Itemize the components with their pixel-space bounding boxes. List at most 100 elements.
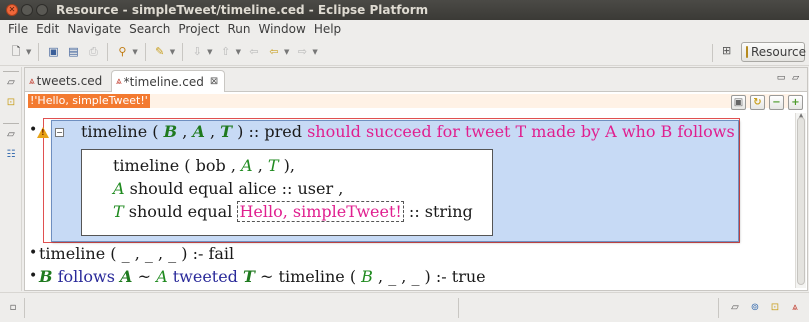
next-annotation-icon[interactable]: ⇩ bbox=[189, 44, 205, 60]
view-menu-button[interactable]: ▣ bbox=[731, 95, 746, 110]
collapse-toggle-icon[interactable]: − bbox=[55, 128, 64, 137]
forward-icon[interactable]: ⇨ bbox=[294, 44, 310, 60]
editor-content[interactable]: !'Hello, simpleTweet!' ▣ ↻ − + ▲ • ! − t… bbox=[25, 92, 807, 290]
input-strip[interactable]: !'Hello, simpleTweet!' bbox=[28, 94, 801, 108]
tab-timeline[interactable]: ⩓ *timeline.ced ⊠ bbox=[111, 70, 226, 92]
fast-view-icon[interactable]: ▫ bbox=[6, 301, 20, 315]
minimize-maximize-icons[interactable]: ▭ ▱ bbox=[777, 73, 801, 83]
perspective-label: Resource bbox=[751, 45, 807, 59]
new-dropdown-icon[interactable]: ▼ bbox=[26, 48, 31, 56]
follows-keyword: follows bbox=[57, 267, 115, 286]
ced-file-icon: ⩓ bbox=[116, 76, 122, 87]
var-b: B bbox=[361, 267, 373, 286]
print-icon[interactable]: ⎙ bbox=[85, 44, 101, 60]
forward-dropdown-icon[interactable]: ▼ bbox=[312, 48, 317, 56]
restore-icon[interactable]: ▱ bbox=[5, 77, 17, 89]
tab-tweets[interactable]: ⩓ tweets.ced bbox=[25, 70, 108, 92]
next-annotation-dropdown-icon[interactable]: ▼ bbox=[207, 48, 212, 56]
tasks-icon[interactable]: ⊚ bbox=[748, 301, 762, 315]
expand-button[interactable]: + bbox=[788, 95, 803, 110]
comma: , bbox=[289, 156, 295, 175]
close-tab-icon[interactable]: ⊠ bbox=[210, 76, 218, 87]
fn-name: timeline bbox=[278, 267, 345, 286]
rule-head: timeline ( B , A , T ) :: pred should su… bbox=[81, 122, 735, 141]
menu-file[interactable]: File bbox=[4, 22, 32, 36]
var-a: A bbox=[120, 267, 133, 286]
prev-annotation-dropdown-icon[interactable]: ▼ bbox=[236, 48, 241, 56]
scrollbar-thumb[interactable] bbox=[797, 117, 805, 285]
close-window-button[interactable]: ✕ bbox=[6, 4, 18, 16]
back-dropdown-icon[interactable]: ▼ bbox=[284, 48, 289, 56]
rule-suffix: :- true bbox=[435, 267, 486, 286]
body-line-1: timeline ( bob , A , T ), bbox=[113, 156, 295, 175]
resource-perspective-icon bbox=[746, 46, 748, 58]
tilde: ~ bbox=[260, 267, 274, 286]
input-value[interactable]: !'Hello, simpleTweet!' bbox=[28, 94, 150, 108]
rule-description: should succeed for tweet T made by A who… bbox=[307, 122, 735, 141]
save-icon[interactable]: ▣ bbox=[45, 44, 61, 60]
paren: ( bbox=[152, 122, 159, 141]
open-perspective-icon[interactable]: ⊞ bbox=[722, 44, 736, 58]
var-t: T bbox=[113, 202, 124, 221]
body-line-3: T should equal Hello, simpleTweet! :: st… bbox=[113, 201, 473, 222]
status-bar: ▫ ▱ ⊚ ⊡ ⩓ bbox=[0, 292, 809, 322]
restore-icon[interactable]: ▱ bbox=[728, 301, 742, 315]
save-all-icon[interactable]: ▤ bbox=[65, 44, 81, 60]
rule-suffix: :- fail bbox=[192, 244, 235, 263]
annotation-icon[interactable]: ✎ bbox=[152, 44, 168, 60]
outline-icon[interactable]: ☷ bbox=[5, 149, 17, 161]
left-trim-bar: ▱ ⊡ ▱ ☷ bbox=[0, 67, 22, 291]
restore-icon[interactable]: ▱ bbox=[5, 129, 17, 141]
rule-3[interactable]: B follows A ~ A tweeted T ~ timeline ( B… bbox=[39, 267, 486, 286]
menu-help[interactable]: Help bbox=[310, 22, 345, 36]
string-literal[interactable]: Hello, simpleTweet! bbox=[237, 201, 404, 222]
tab-label: tweets.ced bbox=[36, 74, 103, 88]
menu-navigate[interactable]: Navigate bbox=[63, 22, 125, 36]
menu-project[interactable]: Project bbox=[174, 22, 223, 36]
tilde: ~ bbox=[137, 267, 151, 286]
minimize-window-button[interactable] bbox=[21, 4, 33, 16]
comma: , bbox=[182, 122, 188, 141]
project-explorer-icon[interactable]: ⊡ bbox=[5, 97, 17, 109]
last-edit-icon[interactable]: ⇦ bbox=[246, 44, 262, 60]
fn-name: timeline bbox=[81, 122, 148, 141]
search-icon[interactable]: ⚲ bbox=[114, 44, 130, 60]
status-separator bbox=[458, 298, 459, 318]
var-a: A bbox=[156, 267, 168, 286]
paren: ) bbox=[237, 122, 244, 141]
annotation-dropdown-icon[interactable]: ▼ bbox=[170, 48, 175, 56]
trim-separator bbox=[3, 71, 19, 72]
args: , _ , _ ) bbox=[378, 267, 431, 286]
menu-search[interactable]: Search bbox=[125, 22, 174, 36]
menu-edit[interactable]: Edit bbox=[32, 22, 63, 36]
toolbar-separator bbox=[38, 42, 40, 61]
ced-icon[interactable]: ⩓ bbox=[788, 301, 802, 315]
menu-window[interactable]: Window bbox=[254, 22, 309, 36]
rule-2[interactable]: timeline ( _ , _ , _ ) :- fail bbox=[39, 244, 234, 263]
var-b: B bbox=[39, 267, 53, 286]
new-icon[interactable]: 🗋 bbox=[8, 44, 24, 60]
back-icon[interactable]: ⇦ bbox=[266, 44, 282, 60]
fn-name: timeline bbox=[113, 156, 180, 175]
toolbar-separator bbox=[182, 42, 184, 61]
collapse-button[interactable]: − bbox=[769, 95, 784, 110]
problems-icon[interactable]: ⊡ bbox=[768, 301, 782, 315]
assertion-text: should equal bbox=[128, 202, 233, 221]
comma: , bbox=[209, 122, 216, 141]
arg-bob: bob bbox=[195, 156, 226, 175]
main-toolbar: 🗋 ▼ ▣ ▤ ⎙ ⚲ ▼ ✎ ▼ ⇩ ▼ ⇧ ▼ ⇦ ⇦ ▼ ⇨ ▼ ⊞ Resource bbox=[0, 38, 809, 66]
search-dropdown-icon[interactable]: ▼ bbox=[132, 48, 137, 56]
refresh-button[interactable]: ↻ bbox=[750, 95, 765, 110]
fn-name: timeline bbox=[39, 244, 106, 263]
vertical-scrollbar[interactable]: ▲ bbox=[795, 112, 806, 288]
bullet: • bbox=[29, 245, 38, 261]
menu-bar: File Edit Navigate Search Project Run Wi… bbox=[0, 20, 809, 38]
menu-run[interactable]: Run bbox=[223, 22, 254, 36]
warning-icon[interactable]: ! bbox=[37, 127, 49, 138]
body-line-2: A should equal alice :: user , bbox=[113, 179, 343, 198]
resource-perspective-button[interactable]: Resource bbox=[741, 42, 807, 62]
maximize-window-button[interactable] bbox=[36, 4, 48, 16]
toolbar-separator bbox=[144, 42, 146, 61]
assertion-text: should equal alice :: user , bbox=[129, 179, 344, 198]
prev-annotation-icon[interactable]: ⇧ bbox=[218, 44, 234, 60]
